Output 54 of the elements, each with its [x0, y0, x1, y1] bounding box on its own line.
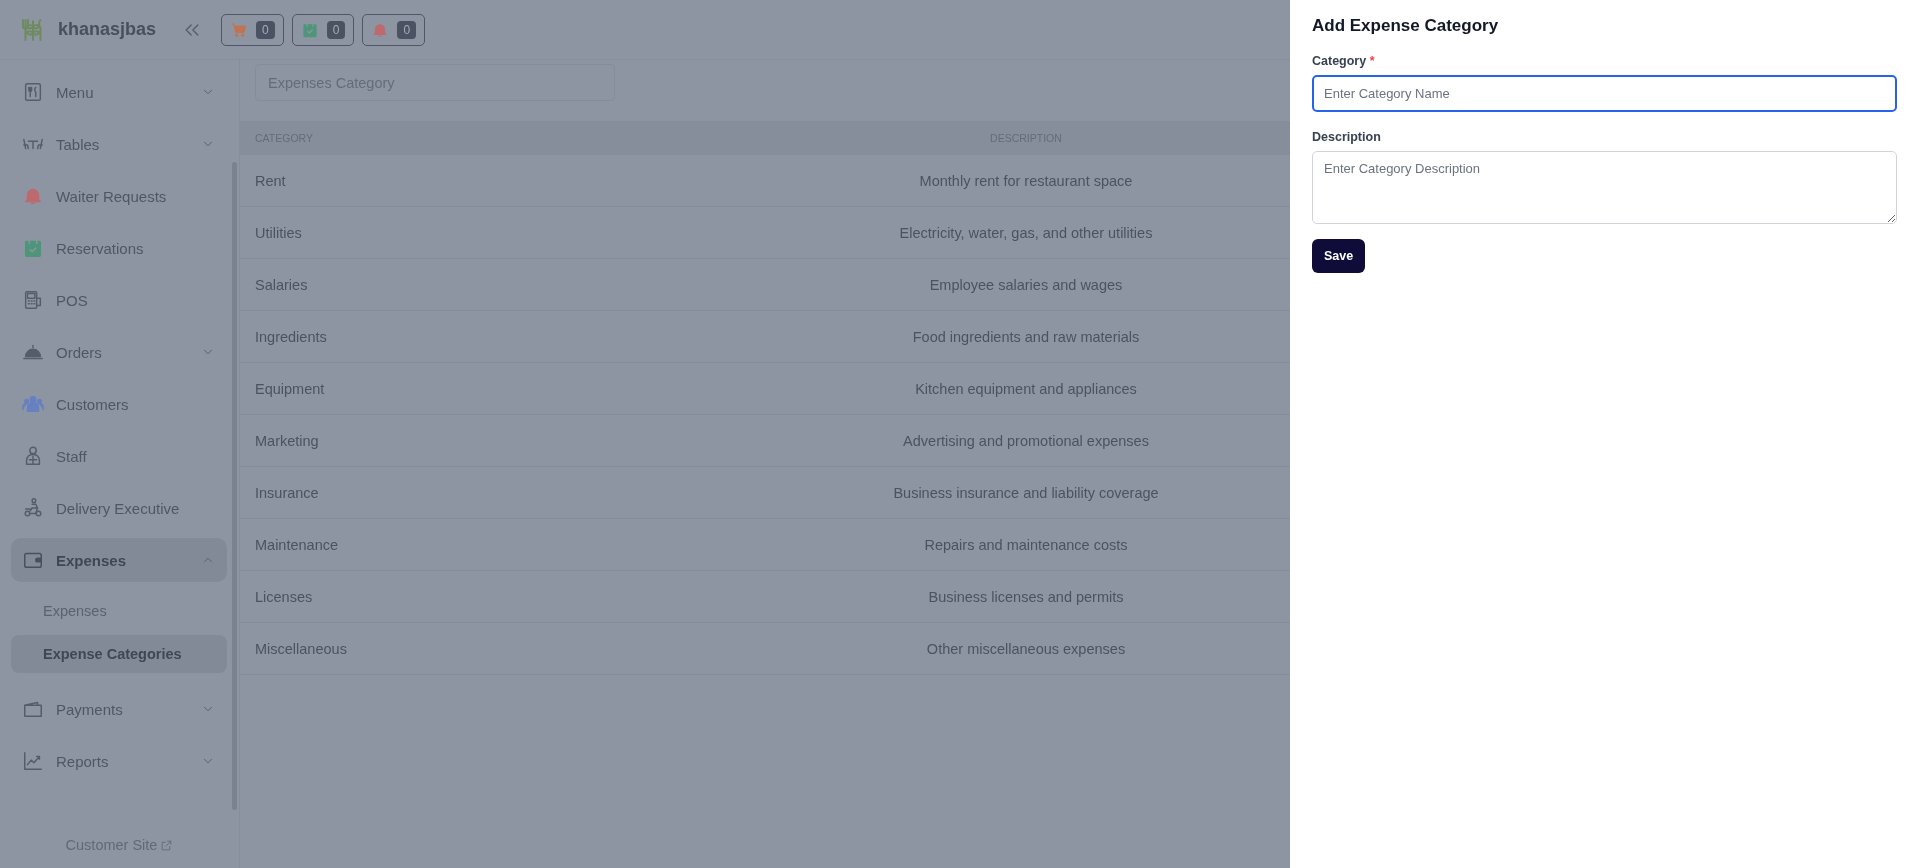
table-cell-text: Marketing	[254, 432, 320, 449]
sidebar-item[interactable]: Staff	[11, 434, 227, 478]
sidebar-item[interactable]: Menu	[11, 70, 227, 114]
table-cell-text: Ingredients	[254, 328, 328, 345]
table-cell-text: Maintenance	[254, 536, 340, 553]
table-cell-text: Salaries	[254, 276, 309, 293]
table-cell-text: Equipment	[254, 380, 326, 397]
input-field[interactable]: Enter Category Name	[1312, 75, 1897, 112]
notification-button[interactable]: 0	[362, 13, 426, 46]
brand-name: khanasjbas	[58, 19, 157, 40]
scooter-rider-icon	[22, 497, 44, 519]
save-button[interactable]: Save	[1312, 239, 1366, 273]
calendar-check-icon	[22, 237, 44, 259]
table-cell-text: Electricity, water, gas, and other utilities	[898, 224, 1154, 241]
notification-button[interactable]: 0	[221, 13, 284, 46]
sidebar-item[interactable]: POS	[11, 278, 227, 322]
table-cell-text: Kitchen equipment and appliances	[914, 380, 1138, 397]
sidebar-item[interactable]: Reports	[11, 739, 227, 783]
field-label: Description	[1312, 130, 1381, 144]
notification-button[interactable]: 0	[291, 13, 355, 46]
table-cell-text: Business licenses and permits	[927, 588, 1125, 605]
people-icon	[22, 393, 44, 415]
count-badge: 0	[326, 20, 346, 39]
sidebar-item[interactable]: Orders	[11, 330, 227, 374]
table-cell-text: Advertising and promotional expenses	[902, 432, 1150, 449]
table-cell-text: Business insurance and liability coverage	[892, 484, 1160, 501]
table-cell-text: Other miscellaneous expenses	[925, 640, 1127, 657]
count-badge: 0	[256, 20, 275, 39]
description-field[interactable]: Enter Category Description	[1312, 151, 1897, 224]
pos-terminal-icon	[22, 289, 44, 311]
table-cell-text: Rent	[254, 172, 287, 189]
table-cell-text: Insurance	[254, 484, 320, 501]
sidebar-item[interactable]: Customers	[11, 382, 227, 426]
sidebar-subitem[interactable]: Expense Categories	[11, 635, 227, 673]
menu-card-icon	[22, 81, 44, 103]
table-cell-text: Monthly rent for restaurant space	[918, 172, 1134, 189]
sidebar-item[interactable]: Payments	[11, 687, 227, 731]
sidebar-item[interactable]: Delivery Executive	[11, 486, 227, 530]
external-link-icon	[160, 838, 174, 852]
count-badge: 0	[397, 20, 417, 39]
panel-title: Add Expense Category	[1312, 16, 1499, 36]
table-cell-text: Repairs and maintenance costs	[923, 536, 1129, 553]
line-chart-icon	[22, 750, 44, 772]
table-cell-text: Utilities	[254, 224, 303, 241]
sidebar-item[interactable]: Waiter Requests	[11, 174, 227, 218]
table-cell-text: Licenses	[254, 588, 314, 605]
sidebar-item[interactable]: Tables	[11, 122, 227, 166]
sidebar-item[interactable]: Expenses	[11, 538, 227, 582]
cart-icon	[230, 20, 248, 39]
table-cell-text: Food ingredients and raw materials	[911, 328, 1141, 345]
table-cell-text: Miscellaneous	[254, 640, 348, 657]
table-cell-text: Employee salaries and wages	[928, 276, 1124, 293]
sidebar-item[interactable]: Reservations	[11, 226, 227, 270]
field-label: Category *	[1312, 54, 1375, 68]
